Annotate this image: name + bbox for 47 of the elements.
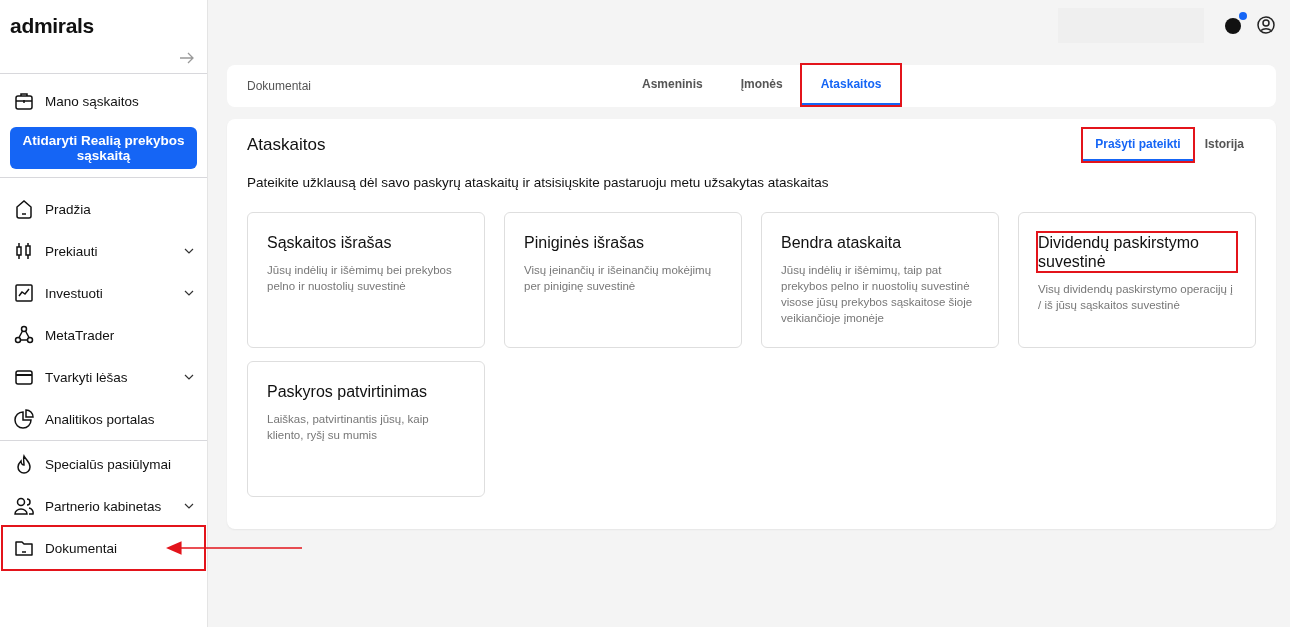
card-description: Jūsų indėlių ir išėmimų, taip pat prekybos pelno ir nuostolių suvestinė visose jūsų prekybos sąskaitose šioje veikiančioje įmonėje: [781, 263, 974, 326]
nav-item[interactable]: Partnerio kabinetas: [3, 485, 204, 527]
nav-item[interactable]: Specialūs pasiūlymai: [3, 443, 204, 485]
logo[interactable]: admirals: [0, 0, 104, 38]
card-title: Bendra ataskaita: [781, 233, 902, 252]
tab[interactable]: Istorija: [1192, 129, 1256, 161]
chevron-down-icon[interactable]: [184, 248, 194, 254]
chevron-down-icon[interactable]: [184, 503, 194, 509]
report-card[interactable]: Bendra ataskaita Jūsų indėlių ir išėmimų, taip pat prekybos pelno ir nuostolių suvestinė visose jūsų prekybos sąskaitose šioje veikiančioje įmonėje: [761, 212, 999, 348]
card-description: Jūsų indėlių ir išėmimų bei prekybos pelno ir nuostolių suvestinė: [267, 263, 453, 294]
nav-item[interactable]: Pradžia: [3, 188, 204, 230]
nav-item[interactable]: MetaTrader: [3, 314, 204, 356]
report-card[interactable]: Dividendų paskirstymo suvestinė Visų dividendų paskirstymo operacijų į / iš jūsų sąskaitos suvestinė: [1018, 212, 1256, 348]
card-title: Dividendų paskirstymo suvestinė: [1038, 233, 1236, 271]
chevron-down-icon[interactable]: [184, 374, 194, 380]
users-icon: [13, 495, 35, 517]
nav-item[interactable]: Dokumentai: [3, 527, 204, 569]
nav-item[interactable]: Mano sąskaitos: [3, 80, 204, 122]
card-title: Sąskaitos išrašas: [267, 233, 392, 252]
breadcrumb-title: Dokumentai: [247, 79, 313, 93]
tab[interactable]: Ataskaitos: [801, 65, 901, 105]
briefcase-icon: [13, 90, 35, 112]
pie-chart-icon: [13, 408, 35, 430]
report-card[interactable]: Sąskaitos išrašas Jūsų indėlių ir išėmimų bei prekybos pelno ir nuostolių suvestinė: [247, 212, 485, 348]
open-account-button[interactable]: Atidaryti Realią prekybos sąskaitą: [10, 127, 197, 169]
card-description: Visų įeinančių ir išeinančių mokėjimų per piniginę suvestinė: [524, 263, 713, 294]
nav-item[interactable]: Analitikos portalas: [3, 398, 204, 440]
section-title: Ataskaitos: [247, 135, 327, 155]
user-icon[interactable]: [1256, 15, 1276, 35]
home-icon: [13, 198, 35, 220]
tab[interactable]: Asmeninis: [623, 65, 722, 105]
report-card[interactable]: Paskyros patvirtinimas Laiškas, patvirtinantis jūsų, kaip kliento, ryšį su mumis: [247, 361, 485, 497]
nav-item[interactable]: Tvarkyti lėšas: [3, 356, 204, 398]
nav-item[interactable]: Prekiauti: [3, 230, 204, 272]
tab[interactable]: Prašyti pateikti: [1083, 129, 1193, 161]
theme-toggle-icon[interactable]: [1224, 15, 1244, 35]
arrow-right-icon[interactable]: [179, 51, 195, 65]
card-description: Laiškas, patvirtinantis jūsų, kaip kliento, ryšį su mumis: [267, 412, 430, 443]
chevron-down-icon[interactable]: [184, 290, 194, 296]
card-title: Piniginės išrašas: [524, 233, 645, 252]
card-description: Visų dividendų paskirstymo operacijų į / iš jūsų sąskaitos suvestinė: [1038, 282, 1234, 313]
triangle-nodes-icon: [13, 324, 35, 346]
tab[interactable]: Įmonės: [721, 65, 802, 105]
nav-item[interactable]: Investuoti: [3, 272, 204, 314]
card-title: Paskyros patvirtinimas: [267, 382, 428, 401]
section-description: Pateikite užklausą dėl savo paskyrų ataskaitų ir atsisiųskite pastaruoju metu užsakytas ataskaitas: [247, 175, 830, 190]
report-card[interactable]: Piniginės išrašas Visų įeinančių ir išeinančių mokėjimų per piniginę suvestinė: [504, 212, 742, 348]
